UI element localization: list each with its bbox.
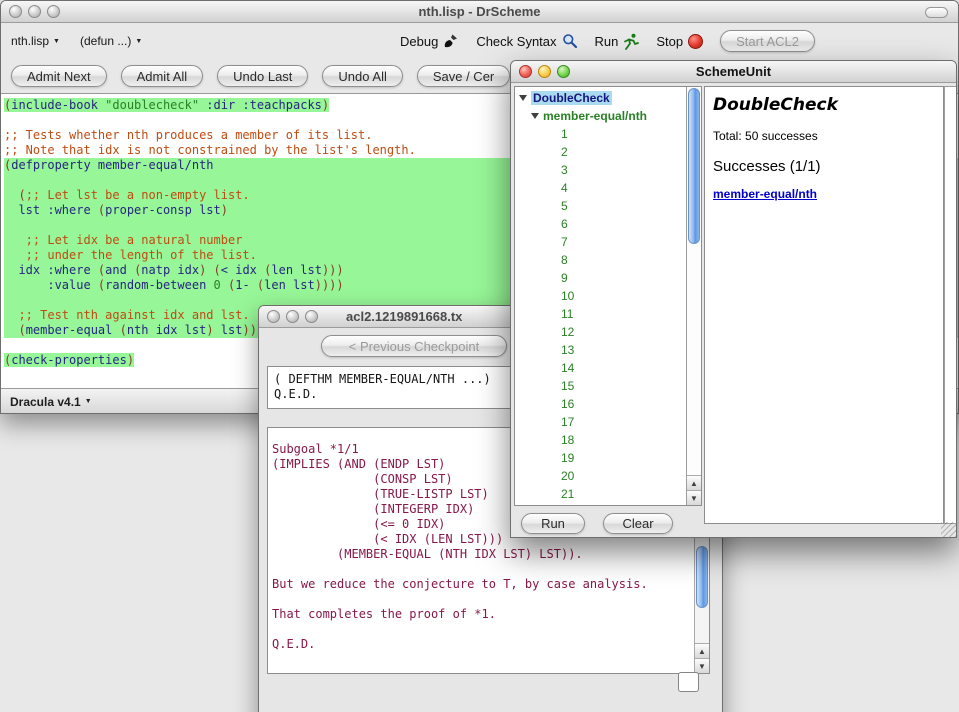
save-certify-button[interactable]: Save / Cer — [417, 65, 510, 87]
tree-case-item[interactable]: 8 — [515, 251, 701, 269]
test-tree-pane: DoubleCheck member-equal/nth 12345678910… — [514, 86, 702, 506]
output-line — [272, 562, 648, 577]
previous-checkpoint-button[interactable]: < Previous Checkpoint — [321, 335, 507, 357]
minimize-button[interactable] — [538, 65, 551, 78]
test-result-link[interactable]: member-equal/nth — [713, 187, 817, 201]
stop-label: Stop — [656, 34, 683, 49]
schemeunit-window: SchemeUnit DoubleCheck member-equal/nth … — [510, 60, 957, 538]
minimize-button[interactable] — [28, 5, 41, 18]
chevron-down-icon: ▼ — [85, 398, 92, 405]
check-syntax-button[interactable]: Check Syntax — [476, 33, 577, 49]
output-line: But we reduce the conjecture to T, by ca… — [272, 577, 648, 592]
close-button[interactable] — [519, 65, 532, 78]
file-popup-menu[interactable]: nth.lisp ▼ — [11, 34, 60, 48]
clear-button[interactable]: Clear — [603, 513, 673, 534]
total-successes-text: Total: 50 successes — [713, 129, 943, 143]
output-line: Q.E.D. — [272, 637, 648, 652]
corner-checkbox[interactable] — [678, 672, 699, 692]
defun-popup-menu[interactable]: (defun ...) ▼ — [80, 34, 142, 48]
output-line — [272, 622, 648, 637]
check-syntax-label: Check Syntax — [476, 34, 556, 49]
minimize-button[interactable] — [286, 310, 299, 323]
undo-last-button[interactable]: Undo Last — [217, 65, 308, 87]
tree-case-item[interactable]: 10 — [515, 287, 701, 305]
tree-case-item[interactable]: 15 — [515, 377, 701, 395]
stop-icon — [688, 34, 703, 49]
close-button[interactable] — [9, 5, 22, 18]
tree-case-item[interactable]: 14 — [515, 359, 701, 377]
tree-case-item[interactable]: 20 — [515, 467, 701, 485]
run-button[interactable]: Run — [595, 33, 640, 50]
debug-label: Debug — [400, 34, 438, 49]
admit-all-button[interactable]: Admit All — [121, 65, 204, 87]
tree-case-item[interactable]: 18 — [515, 431, 701, 449]
run-label: Run — [595, 34, 619, 49]
run-tests-button[interactable]: Run — [521, 513, 585, 534]
check-syntax-icon — [562, 33, 578, 49]
start-acl2-button[interactable]: Start ACL2 — [720, 30, 815, 52]
tree-case-item[interactable]: 16 — [515, 395, 701, 413]
close-button[interactable] — [267, 310, 280, 323]
results-scrollbar-track[interactable] — [944, 86, 957, 524]
tree-case-item[interactable]: 9 — [515, 269, 701, 287]
tree-case-item[interactable]: 1 — [515, 125, 701, 143]
disclosure-triangle-icon[interactable] — [519, 95, 527, 101]
tree-item-member-equal-nth[interactable]: member-equal/nth — [515, 107, 701, 125]
zoom-button[interactable] — [47, 5, 60, 18]
disclosure-triangle-icon[interactable] — [531, 113, 539, 119]
output-line: (MEMBER-EQUAL (NTH IDX LST) LST)). — [272, 547, 648, 562]
tree-case-item[interactable]: 7 — [515, 233, 701, 251]
tree-scrollbar[interactable]: ▲ ▼ — [686, 87, 701, 505]
zoom-button[interactable] — [557, 65, 570, 78]
debug-button[interactable]: Debug — [400, 33, 459, 49]
dracula-version-menu[interactable]: Dracula v4.1 ▼ — [10, 395, 92, 409]
resize-grip[interactable] — [941, 522, 956, 537]
scroll-down-arrow-icon[interactable]: ▼ — [695, 658, 709, 673]
drscheme-window-title: nth.lisp - DrScheme — [1, 1, 958, 22]
schemeunit-titlebar[interactable]: SchemeUnit — [511, 61, 956, 83]
schemeunit-window-title: SchemeUnit — [511, 61, 956, 82]
file-popup-label: nth.lisp — [11, 34, 49, 48]
dracula-version-label: Dracula v4.1 — [10, 395, 81, 409]
successes-heading: Successes (1/1) — [713, 158, 943, 175]
undo-all-button[interactable]: Undo All — [322, 65, 402, 87]
tree-case-item[interactable]: 6 — [515, 215, 701, 233]
drscheme-toolbar: nth.lisp ▼ (defun ...) ▼ Debug Check Syn… — [1, 23, 958, 59]
tree-item-member-equal-nth-label: member-equal/nth — [543, 109, 647, 123]
toolbar-toggle-capsule[interactable] — [925, 7, 948, 18]
tree-case-item[interactable]: 21 — [515, 485, 701, 503]
stop-button[interactable]: Stop — [656, 34, 703, 49]
zoom-button[interactable] — [305, 310, 318, 323]
results-pane: DoubleCheck Total: 50 successes Successe… — [704, 86, 944, 524]
tree-case-item[interactable]: 4 — [515, 179, 701, 197]
tree-case-item[interactable]: 12 — [515, 323, 701, 341]
scrollbar-thumb[interactable] — [688, 88, 700, 244]
tree-case-item[interactable]: 11 — [515, 305, 701, 323]
desktop: nth.lisp - DrScheme nth.lisp ▼ (defun ..… — [0, 0, 959, 712]
tree-case-item[interactable]: 2 — [515, 143, 701, 161]
tree-item-doublecheck[interactable]: DoubleCheck — [515, 89, 701, 107]
tree-case-item[interactable]: 19 — [515, 449, 701, 467]
defun-popup-label: (defun ...) — [80, 34, 131, 48]
scroll-up-arrow-icon[interactable]: ▲ — [695, 643, 709, 658]
debug-icon — [443, 33, 459, 49]
chevron-down-icon: ▼ — [135, 38, 142, 45]
tree-case-item[interactable]: 13 — [515, 341, 701, 359]
scroll-up-arrow-icon[interactable]: ▲ — [687, 475, 701, 490]
scrollbar-thumb[interactable] — [696, 546, 708, 608]
tree-case-item[interactable]: 3 — [515, 161, 701, 179]
tree-item-doublecheck-label: DoubleCheck — [531, 91, 612, 105]
tree-case-list: 123456789101112131415161718192021 — [515, 125, 701, 503]
tree-case-item[interactable]: 5 — [515, 197, 701, 215]
output-line: That completes the proof of *1. — [272, 607, 648, 622]
chevron-down-icon: ▼ — [53, 38, 60, 45]
run-icon — [623, 33, 639, 50]
tree-case-item[interactable]: 17 — [515, 413, 701, 431]
result-heading: DoubleCheck — [713, 95, 943, 115]
drscheme-titlebar[interactable]: nth.lisp - DrScheme — [1, 1, 958, 23]
scroll-down-arrow-icon[interactable]: ▼ — [687, 490, 701, 505]
output-line — [272, 592, 648, 607]
admit-next-button[interactable]: Admit Next — [11, 65, 107, 87]
